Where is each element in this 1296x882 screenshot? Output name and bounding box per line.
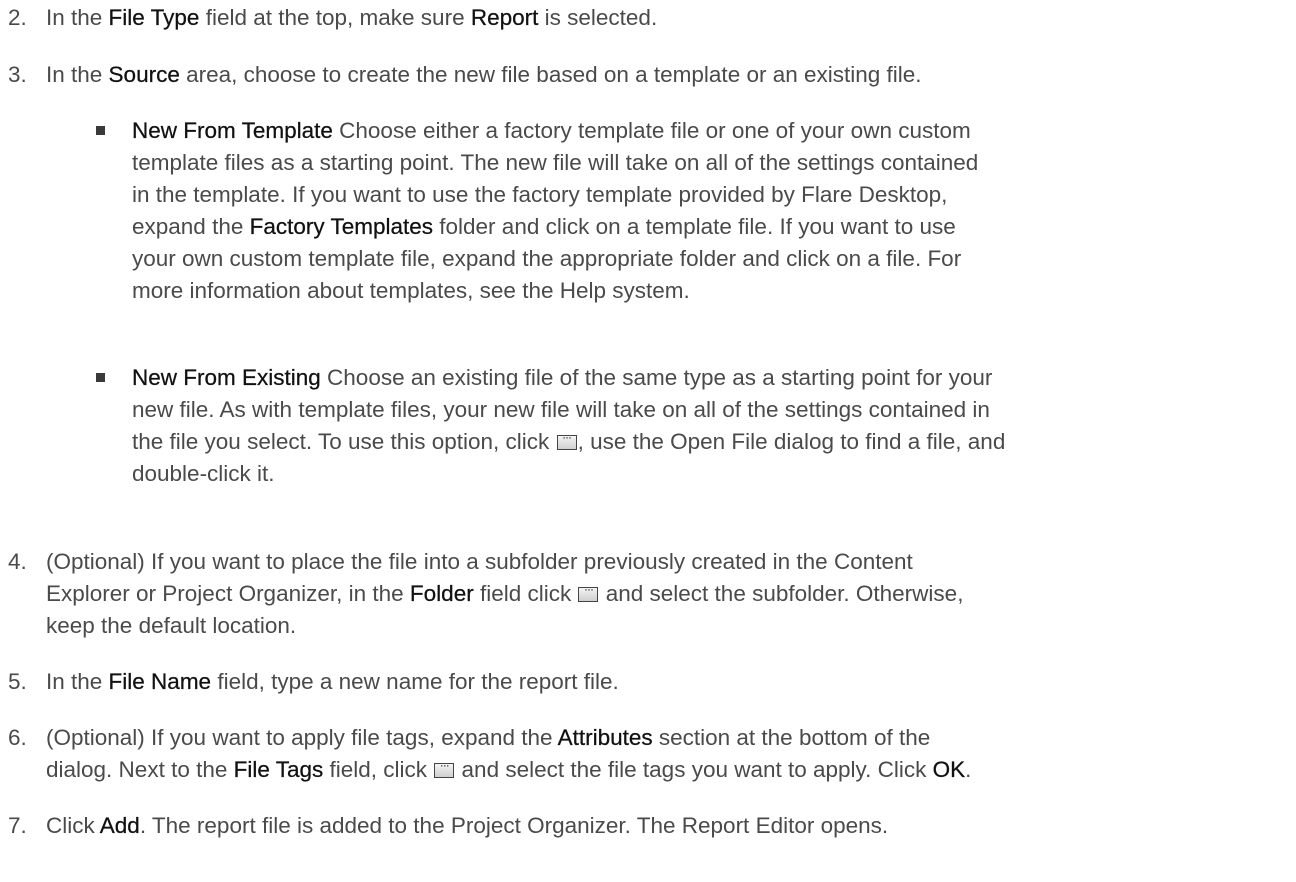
ui-term-new-from-existing: New From Existing [132, 365, 321, 390]
ui-term-ok: OK [932, 757, 966, 782]
step-4: 4. (Optional) If you want to place the f… [0, 546, 1286, 642]
ui-term-source: Source [108, 62, 180, 87]
step-number: 6. [8, 725, 27, 750]
ellipsis-browse-icon [556, 427, 577, 450]
ui-term-file-type: File Type [108, 5, 200, 30]
step-5: 5. In the File Name field, type a new na… [0, 666, 1286, 698]
ui-term-attributes: Attributes [557, 725, 653, 750]
step-number: 5. [8, 669, 27, 694]
step-text: In the File Type field at the top, make … [46, 5, 658, 30]
step-6: 6. (Optional) If you want to apply file … [0, 722, 1286, 786]
step-number: 4. [8, 549, 27, 574]
step-text: In the File Name field, type a new name … [46, 669, 619, 694]
step-number: 7. [8, 813, 27, 838]
step-text: In the Source area, choose to create the… [46, 62, 922, 87]
step-7: 7. Click Add. The report file is added t… [0, 810, 1286, 842]
square-bullet-icon [96, 126, 105, 135]
ui-term-report: Report [470, 5, 539, 30]
bullet-new-from-existing: New From Existing Choose an existing fil… [96, 362, 1286, 490]
bullet-new-from-template: New From Template Choose either a factor… [96, 115, 1286, 307]
ui-term-file-name: File Name [108, 669, 212, 694]
step-3: 3. In the Source area, choose to create … [0, 59, 1286, 91]
ui-term-add: Add [99, 813, 140, 838]
ellipsis-browse-icon [578, 579, 599, 602]
document-page: 2. In the File Type field at the top, ma… [0, 0, 1296, 882]
ellipsis-browse-icon [434, 755, 455, 778]
ui-term-folder: Folder [409, 581, 474, 606]
step-text: Click Add. The report file is added to t… [46, 813, 889, 838]
ui-term-new-from-template: New From Template [132, 118, 333, 143]
ui-term-file-tags: File Tags [233, 757, 324, 782]
ui-term-factory-templates: Factory Templates [249, 214, 434, 239]
step-number: 2. [8, 5, 27, 30]
square-bullet-icon [96, 373, 105, 382]
step-2: 2. In the File Type field at the top, ma… [0, 2, 1286, 34]
step-number: 3. [8, 62, 27, 87]
